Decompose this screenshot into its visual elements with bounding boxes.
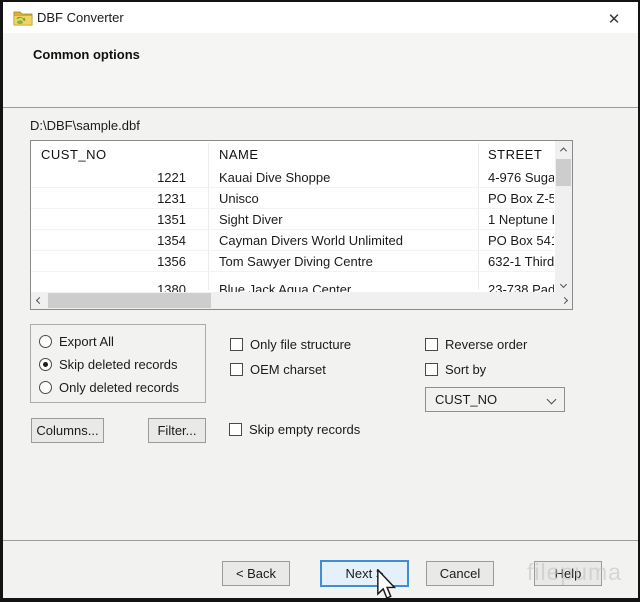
chevron-down-icon xyxy=(547,395,557,405)
column-header-cust-no[interactable]: CUST_NO xyxy=(41,147,107,162)
checkbox-box[interactable] xyxy=(425,363,438,376)
scroll-up-icon[interactable] xyxy=(555,141,572,157)
cell-street: 4-976 Sugar xyxy=(488,170,554,185)
radio-export-all[interactable]: Export All xyxy=(39,334,114,349)
checkbox-box[interactable] xyxy=(230,363,243,376)
vertical-scrollbar[interactable] xyxy=(555,141,572,292)
columns-button[interactable]: Columns... xyxy=(31,418,104,443)
header-separator xyxy=(3,107,638,108)
cell-street: 1 Neptune L xyxy=(488,212,554,227)
scroll-down-icon[interactable] xyxy=(555,276,572,292)
wizard-header: Common options xyxy=(3,33,638,107)
cell-cust-no: 1351 xyxy=(31,212,186,227)
next-button[interactable]: Next > xyxy=(320,560,409,587)
radio-skip-deleted-records[interactable]: Skip deleted records xyxy=(39,357,178,372)
app-folder-icon xyxy=(13,10,33,26)
checkbox-label: Reverse order xyxy=(445,337,527,352)
scroll-left-icon[interactable] xyxy=(31,292,47,309)
checkbox-box[interactable] xyxy=(229,423,242,436)
checkbox-oem-charset[interactable]: OEM charset xyxy=(230,362,326,377)
cell-name: Unisco xyxy=(219,191,471,206)
cell-name: Kauai Dive Shoppe xyxy=(219,170,471,185)
sort-field-dropdown[interactable]: CUST_NO xyxy=(425,387,565,412)
export-mode-group: Export All Skip deleted records Only del… xyxy=(30,324,206,403)
footer-separator xyxy=(3,540,638,541)
checkbox-label: OEM charset xyxy=(250,362,326,377)
radio-circle[interactable] xyxy=(39,381,52,394)
help-button[interactable]: Help xyxy=(534,561,602,586)
horizontal-scrollbar[interactable] xyxy=(31,292,572,309)
checkbox-only-file-structure[interactable]: Only file structure xyxy=(230,337,351,352)
cell-street: PO Box 541 xyxy=(488,233,554,248)
dropdown-value: CUST_NO xyxy=(435,392,497,407)
column-header-street[interactable]: STREET xyxy=(488,147,542,162)
dbf-converter-window: DBF Converter ✕ Common options D:\DBF\sa… xyxy=(0,0,640,602)
radio-only-deleted-records[interactable]: Only deleted records xyxy=(39,380,179,395)
cell-cust-no: 1231 xyxy=(31,191,186,206)
cell-street: PO Box Z-54 xyxy=(488,191,554,206)
cell-cust-no: 1354 xyxy=(31,233,186,248)
title-bar[interactable]: DBF Converter ✕ xyxy=(3,2,638,33)
cell-cust-no: 1356 xyxy=(31,254,186,269)
radio-label: Only deleted records xyxy=(59,380,179,395)
table-row[interactable]: 1231 Unisco PO Box Z-54 xyxy=(31,188,554,209)
checkbox-label: Only file structure xyxy=(250,337,351,352)
radio-label: Export All xyxy=(59,334,114,349)
cell-street: 632-1 Third xyxy=(488,254,554,269)
cell-name: Tom Sawyer Diving Centre xyxy=(219,254,471,269)
cell-cust-no: 1221 xyxy=(31,170,186,185)
checkbox-label: Skip empty records xyxy=(249,422,360,437)
cancel-button[interactable]: Cancel xyxy=(426,561,494,586)
file-path-label: D:\DBF\sample.dbf xyxy=(30,118,140,133)
checkbox-box[interactable] xyxy=(230,338,243,351)
checkbox-sort-by[interactable]: Sort by xyxy=(425,362,486,377)
table-row[interactable]: 1354 Cayman Divers World Unlimited PO Bo… xyxy=(31,230,554,251)
table-row[interactable]: 1356 Tom Sawyer Diving Centre 632-1 Thir… xyxy=(31,251,554,272)
window-title: DBF Converter xyxy=(37,10,124,25)
filter-button[interactable]: Filter... xyxy=(148,418,206,443)
checkbox-reverse-order[interactable]: Reverse order xyxy=(425,337,527,352)
checkbox-label: Sort by xyxy=(445,362,486,377)
horizontal-scroll-thumb[interactable] xyxy=(48,293,211,308)
cell-name: Sight Diver xyxy=(219,212,471,227)
back-button[interactable]: < Back xyxy=(222,561,290,586)
table-row[interactable]: 1351 Sight Diver 1 Neptune L xyxy=(31,209,554,230)
checkbox-skip-empty-records[interactable]: Skip empty records xyxy=(229,422,360,437)
radio-label: Skip deleted records xyxy=(59,357,178,372)
table-row[interactable]: 1221 Kauai Dive Shoppe 4-976 Sugar xyxy=(31,167,554,188)
table-content: CUST_NO NAME STREET 1221 Kauai Dive Shop… xyxy=(31,141,572,309)
radio-circle[interactable] xyxy=(39,335,52,348)
vertical-scroll-thumb[interactable] xyxy=(556,159,571,186)
scroll-right-icon[interactable] xyxy=(556,292,572,309)
radio-circle-checked[interactable] xyxy=(39,358,52,371)
column-header-name[interactable]: NAME xyxy=(219,147,259,162)
page-title: Common options xyxy=(33,47,140,62)
checkbox-box[interactable] xyxy=(425,338,438,351)
close-icon[interactable]: ✕ xyxy=(598,6,630,31)
dbf-preview-table[interactable]: CUST_NO NAME STREET 1221 Kauai Dive Shop… xyxy=(30,140,573,310)
cell-name: Cayman Divers World Unlimited xyxy=(219,233,471,248)
